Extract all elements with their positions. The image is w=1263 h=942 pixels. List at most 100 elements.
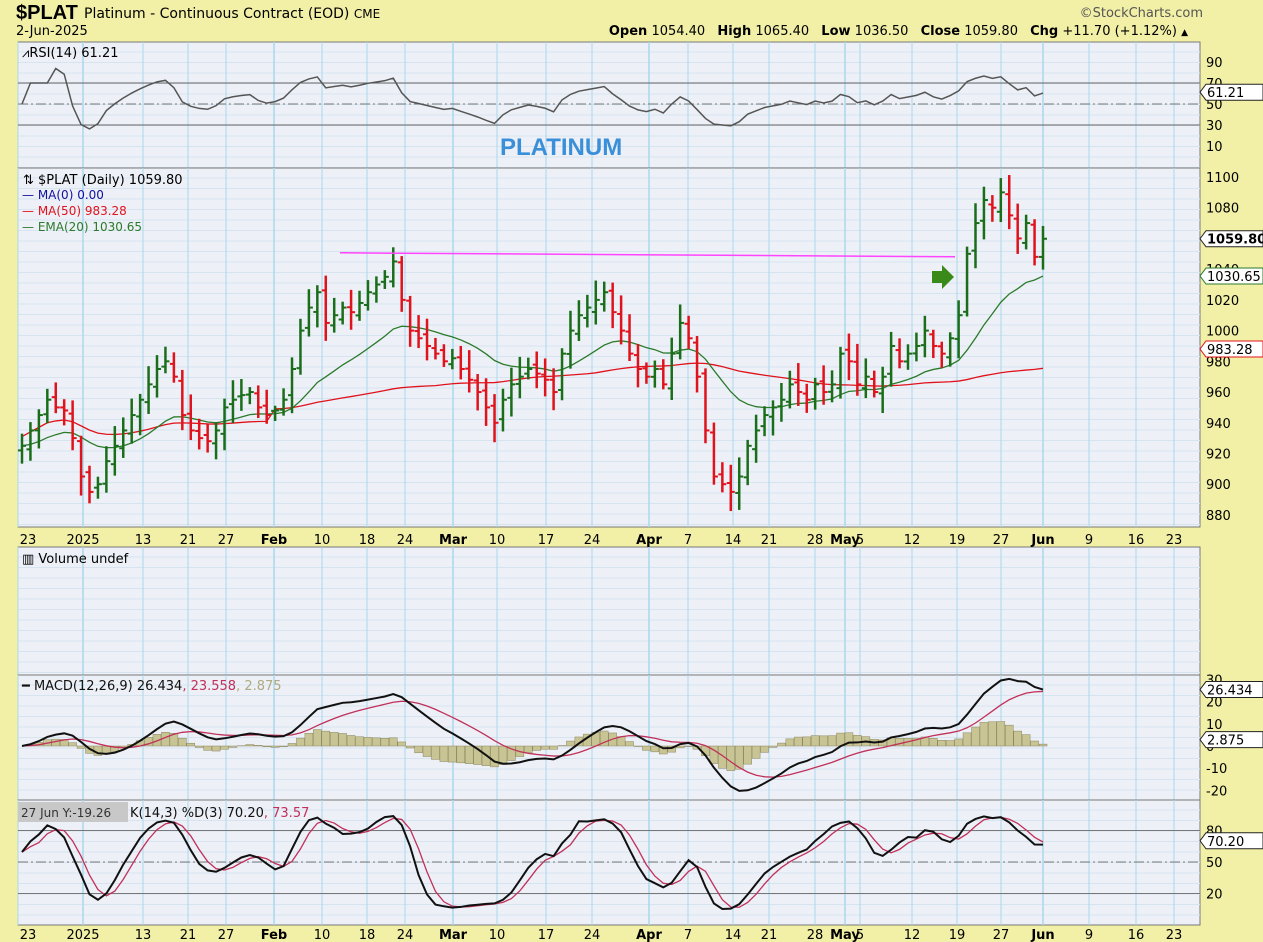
x-tick-label: 27 xyxy=(218,928,235,942)
price-legend: ⇅ $PLAT (Daily) 1059.80 xyxy=(23,173,183,188)
x-tick-label: 17 xyxy=(538,533,555,548)
macd-histogram-bar xyxy=(532,745,541,751)
macd-histogram-bar xyxy=(996,721,1006,747)
macd-histogram-bar xyxy=(1004,724,1014,747)
price-tick: 1000 xyxy=(1206,325,1239,340)
x-tick-label: 12 xyxy=(904,533,921,548)
macd-histogram-bar xyxy=(726,745,736,771)
x-tick-label: 14 xyxy=(725,928,742,942)
x-tick-label: Mar xyxy=(439,928,468,942)
macd-histogram-bar xyxy=(642,745,651,751)
macd-histogram-bar xyxy=(549,745,558,750)
macd-histogram-bar xyxy=(777,742,786,747)
x-tick-label: 27 xyxy=(218,533,235,548)
x-tick-label: 10 xyxy=(489,533,506,548)
stoch-tag-label: 70.20 xyxy=(1207,835,1244,850)
macd-legend_hist: , 2.875 xyxy=(236,679,281,694)
macd-histogram-bar xyxy=(1021,734,1031,747)
x-tick-label: 13 xyxy=(135,533,152,548)
macd-histogram-bar xyxy=(524,745,533,754)
x-tick-label: 23 xyxy=(20,533,37,548)
macd-histogram-bar xyxy=(178,737,187,747)
macd-histogram-bar xyxy=(313,729,322,747)
macd-tick: -10 xyxy=(1206,762,1227,777)
x-tick-label: 23 xyxy=(1166,928,1183,942)
volume-legend: ▥ Volume undef xyxy=(22,552,129,567)
macd-histogram-bar xyxy=(810,735,820,747)
price-tick: 920 xyxy=(1206,447,1231,462)
stoch-legend: K(14,3) %D(3) 70.20, 73.57 xyxy=(130,806,309,821)
macd-histogram-bar xyxy=(464,745,474,764)
macd-histogram-bar xyxy=(937,740,946,747)
macd-histogram-bar xyxy=(422,745,432,757)
macd-histogram-bar xyxy=(405,745,415,749)
macd-histogram-bar xyxy=(262,745,271,748)
macd-histogram-bar xyxy=(76,745,86,749)
x-tick-label: 14 xyxy=(725,533,742,548)
macd-histogram-bar xyxy=(827,735,837,747)
x-tick-label: 21 xyxy=(180,533,197,548)
macd-histogram-bar xyxy=(988,721,997,747)
x-tick-label: 16 xyxy=(1128,928,1145,942)
macd-histogram-bar xyxy=(296,737,305,747)
x-tick-label: 24 xyxy=(584,533,601,548)
x-tick-label: 27 xyxy=(993,928,1010,942)
x-tick-label: 5 xyxy=(856,533,864,548)
macd-histogram-bar xyxy=(414,745,423,754)
x-tick-label: 24 xyxy=(584,928,601,942)
macd-histogram-bar xyxy=(819,735,828,747)
ma50-tag-label: 983.28 xyxy=(1207,343,1253,358)
ema20-tag-label: 1030.65 xyxy=(1207,270,1261,285)
macd-tick: -20 xyxy=(1206,784,1227,799)
x-tick-label: 19 xyxy=(949,533,966,548)
stock-chart[interactable]: 23 2025 13 21 27 Feb 10 18 24 Mar 10 17 24 Apr 7 14 21 28… xyxy=(0,0,1263,942)
price-tick: 960 xyxy=(1206,386,1231,401)
macd-histogram-bar xyxy=(971,726,980,747)
platinum-annotation: PLATINUM xyxy=(500,134,622,161)
macd-histogram-bar xyxy=(1038,743,1048,747)
macd-histogram-bar xyxy=(338,733,347,747)
rsi-tick: 10 xyxy=(1206,140,1223,155)
rsi-tick: 90 xyxy=(1206,56,1223,71)
x-tick-label: 21 xyxy=(761,928,778,942)
macd-histogram-bar xyxy=(270,745,280,748)
macd-histogram-bar xyxy=(954,738,963,747)
macd-histogram-bar xyxy=(743,745,752,765)
macd-histogram-bar xyxy=(979,722,989,747)
macd-hist-tag-label: 2.875 xyxy=(1207,734,1244,749)
macd-histogram-bar xyxy=(540,745,550,750)
x-tick-label: 17 xyxy=(538,928,555,942)
ema20-legend: — EMA(20) 1030.65 xyxy=(22,220,142,234)
macd-histogram-bar xyxy=(346,735,356,747)
macd-histogram-bar xyxy=(194,745,204,748)
x-tick-label: 5 xyxy=(856,928,864,942)
macd-tag-label: 26.434 xyxy=(1207,684,1253,699)
close-tag-label: 1059.80 xyxy=(1207,233,1263,248)
macd-histogram-bar xyxy=(498,745,508,765)
x-tick-label: 10 xyxy=(314,928,331,942)
macd-histogram-bar xyxy=(363,737,373,747)
macd-histogram-bar xyxy=(329,732,339,747)
macd-tick: 10 xyxy=(1206,718,1223,733)
macd-legend_main: ━ MACD(12,26,9) 26.434 xyxy=(21,679,182,694)
macd-histogram-bar xyxy=(186,742,196,747)
stoch-tick: 50 xyxy=(1206,856,1223,871)
macd-histogram-bar xyxy=(751,745,761,759)
panel-volume xyxy=(17,546,1201,676)
macd-histogram-bar xyxy=(228,745,238,748)
x-tick-label: 16 xyxy=(1128,533,1145,548)
price-tick: 880 xyxy=(1206,509,1231,524)
x-tick-label: Feb xyxy=(261,533,287,548)
x-tick-label: 10 xyxy=(314,533,331,548)
x-tick-label: 28 xyxy=(807,928,824,942)
macd-histogram-bar xyxy=(929,738,938,747)
macd-histogram-bar xyxy=(220,745,229,750)
x-tick-label: 10 xyxy=(489,928,506,942)
x-tick-label: Mar xyxy=(439,533,468,548)
macd-histogram-bar xyxy=(684,745,693,747)
price-tick: 940 xyxy=(1206,417,1231,432)
x-tick-label: 24 xyxy=(397,533,414,548)
x-tick-label: 21 xyxy=(180,928,197,942)
macd-histogram-bar xyxy=(1030,740,1039,747)
x-tick-label: Jun xyxy=(1030,533,1054,548)
